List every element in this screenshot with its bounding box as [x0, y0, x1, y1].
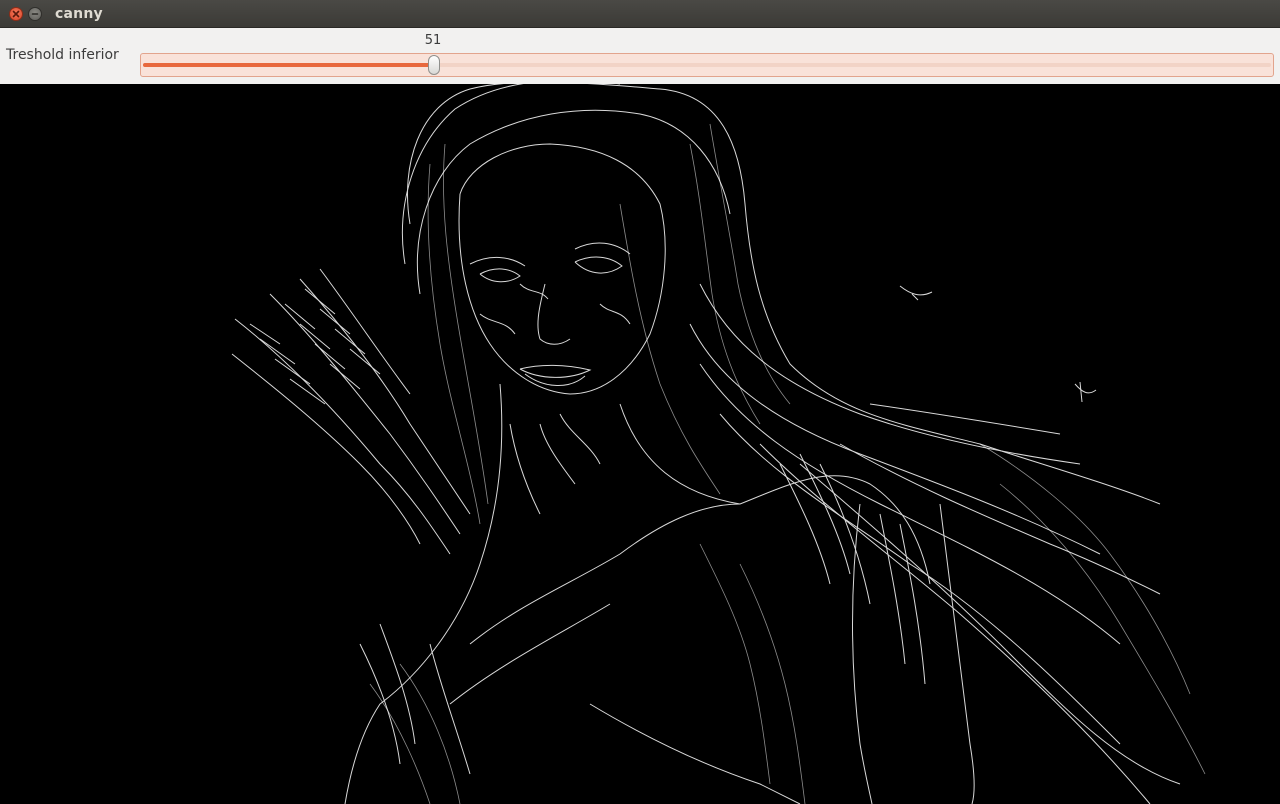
minimize-icon: [31, 13, 39, 15]
canny-edge-image: [231, 84, 1206, 804]
trackbar-value: 51: [424, 33, 442, 48]
slider-trough[interactable]: [143, 63, 1271, 67]
threshold-slider[interactable]: [140, 53, 1274, 77]
window-title: canny: [55, 6, 103, 22]
trackbar-panel: Treshold inferior 51: [0, 28, 1280, 84]
close-icon: [12, 10, 20, 18]
trackbar-label: Treshold inferior: [6, 47, 119, 63]
slider-fill: [143, 63, 434, 67]
canny-image-view: [0, 84, 1280, 804]
minimize-button[interactable]: [28, 7, 42, 21]
slider-thumb[interactable]: [428, 55, 440, 75]
title-bar: canny: [0, 0, 1280, 28]
close-button[interactable]: [9, 7, 23, 21]
